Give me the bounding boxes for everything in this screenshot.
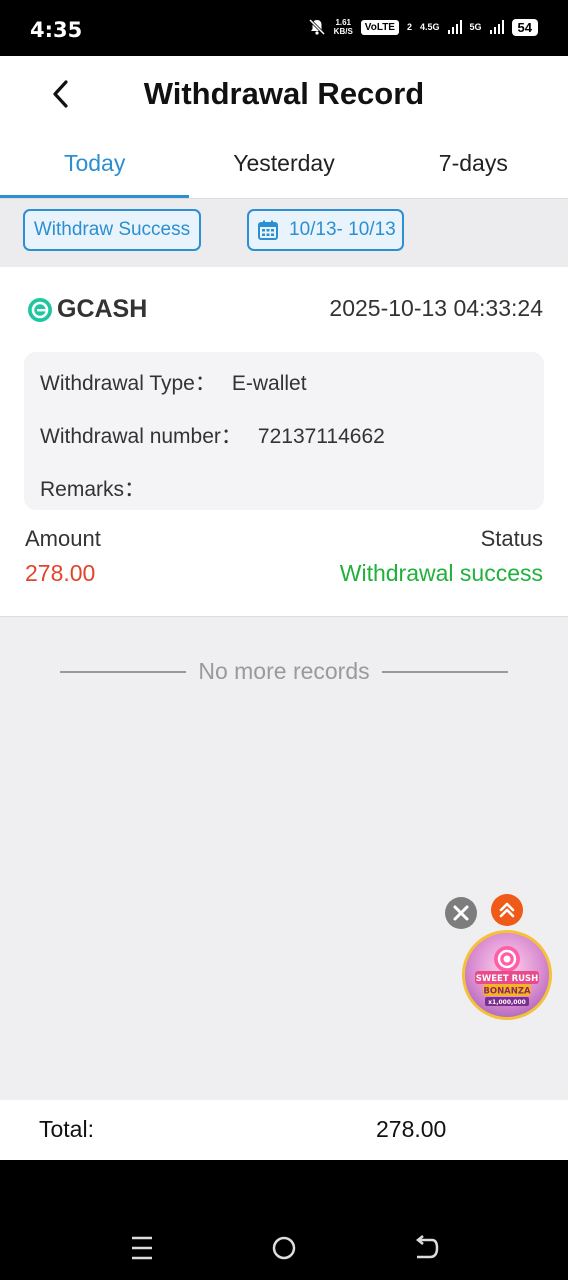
close-float-button[interactable]	[445, 897, 477, 929]
network-speed-value: 1.61	[335, 18, 352, 27]
sim-index: 2	[406, 22, 412, 32]
remarks-label: Remarks：	[40, 478, 146, 501]
network-type-2: 5G	[469, 22, 482, 32]
network-speed-unit: KB/S	[333, 27, 353, 36]
status-filter-button[interactable]: Withdraw Success	[23, 209, 201, 251]
total-bar: Total: 278.00	[0, 1100, 568, 1160]
filter-bar: Withdraw Success 10/13- 10/13	[0, 199, 568, 267]
withdrawal-number-row: Withdrawal number： 72137114662	[40, 420, 385, 450]
home-button[interactable]	[264, 1228, 304, 1268]
battery-icon: 54	[511, 18, 538, 36]
page-title: Withdrawal Record	[143, 76, 425, 111]
withdrawal-type-value: E-wallet	[231, 372, 307, 395]
game-promo-button[interactable]: SWEET RUSH BONANZA x1,000,000	[462, 930, 552, 1020]
status-filter-label: Withdraw Success	[33, 219, 191, 240]
total-value: 278.00	[376, 1116, 447, 1142]
payment-brand: GCASH	[27, 295, 147, 324]
network-speed: 1.61 KB/S	[334, 18, 353, 36]
status-value: Withdrawal success	[339, 560, 543, 586]
back-arrow-icon	[415, 1235, 439, 1259]
withdrawal-record-card: GCASH 2025-10-13 04:33:24 Withdrawal Typ…	[0, 267, 568, 617]
amount-label: Amount	[25, 526, 101, 551]
date-range-label: 10/13- 10/13	[289, 219, 396, 240]
list-end-indicator: No more records	[60, 658, 508, 685]
record-details: Withdrawal Type： E-wallet Withdrawal numb…	[24, 352, 544, 510]
record-datetime: 2025-10-13 04:33:24	[329, 295, 543, 321]
total-label: Total:	[39, 1116, 94, 1142]
status-bar: 4:35 1.61 KB/S VoLTE 2 4.5G 5G 54	[0, 0, 568, 56]
clock: 4:35	[30, 18, 83, 42]
tab-today[interactable]: Today	[0, 132, 190, 198]
mute-notification-icon	[308, 18, 325, 36]
withdrawal-type-label: Withdrawal Type：	[40, 372, 216, 395]
volte-badge: VoLTE	[360, 19, 399, 35]
signal-icon	[489, 20, 504, 34]
withdrawal-type-row: Withdrawal Type： E-wallet	[40, 367, 307, 397]
game-title-1: SWEET RUSH	[476, 974, 539, 984]
withdrawal-number-label: Withdrawal number：	[40, 425, 242, 448]
tab-7-days[interactable]: 7-days	[379, 132, 568, 198]
withdrawal-number-value: 72137114662	[257, 425, 385, 448]
calendar-icon	[258, 220, 278, 240]
amount-value: 278.00	[25, 560, 96, 586]
menu-icon	[132, 1236, 152, 1260]
close-icon	[453, 905, 469, 921]
double-chevron-up-icon	[499, 902, 515, 918]
date-tabs: Today Yesterday 7-days	[0, 132, 568, 199]
signal-icon	[447, 20, 462, 34]
recent-apps-button[interactable]	[122, 1228, 162, 1268]
tab-yesterday[interactable]: Yesterday	[189, 132, 378, 198]
home-circle-icon	[272, 1236, 296, 1260]
status-label: Status	[480, 526, 543, 551]
divider	[60, 670, 187, 673]
gcash-logo-icon	[28, 297, 52, 322]
remarks-row: Remarks：	[40, 473, 161, 503]
network-type-1: 4.5G	[420, 22, 440, 32]
game-promo-image: SWEET RUSH BONANZA x1,000,000	[475, 946, 539, 1006]
app-header: Withdrawal Record	[0, 56, 568, 132]
game-prize: x1,000,000	[488, 999, 526, 1006]
divider	[381, 670, 508, 673]
date-range-button[interactable]: 10/13- 10/13	[247, 209, 404, 251]
game-title-2: BONANZA	[483, 987, 531, 997]
no-more-records-text: No more records	[198, 658, 370, 684]
back-nav-button[interactable]	[406, 1228, 446, 1268]
scroll-to-top-button[interactable]	[491, 894, 523, 926]
payment-brand-name: GCASH	[57, 295, 148, 323]
status-icons: 1.61 KB/S VoLTE 2 4.5G 5G 54	[308, 18, 538, 36]
